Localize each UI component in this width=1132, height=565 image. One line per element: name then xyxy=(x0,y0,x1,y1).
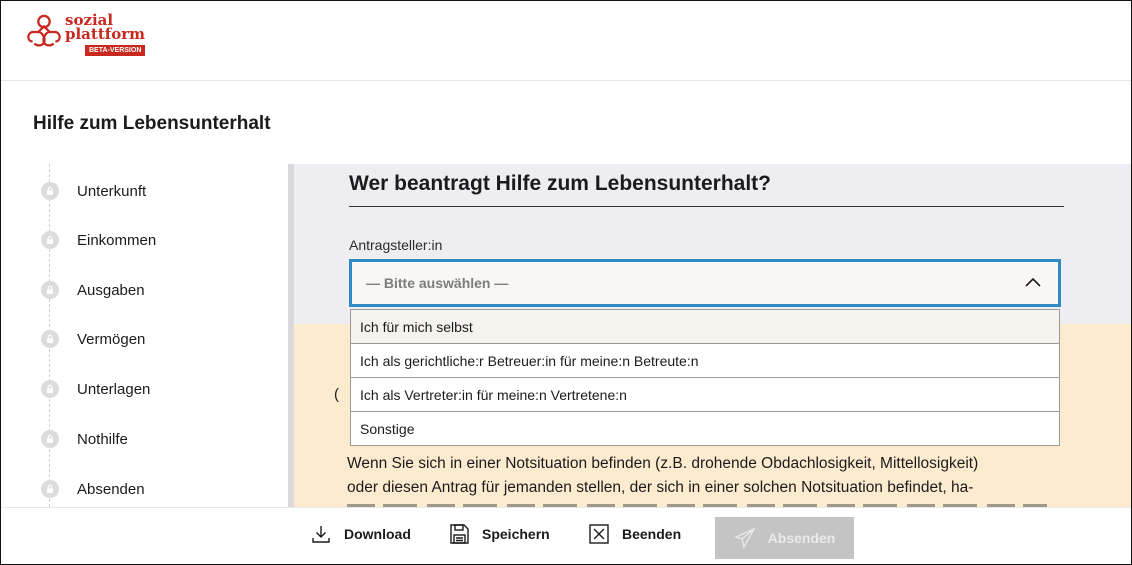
sidebar-item-vermoegen[interactable]: Vermögen xyxy=(41,327,145,351)
select-value: — Bitte auswählen — xyxy=(366,275,509,291)
chevron-up-icon xyxy=(1025,277,1041,287)
sidebar-item-nothilfe[interactable]: Nothilfe xyxy=(41,427,128,451)
save-icon xyxy=(450,524,469,544)
sidebar-item-label: Unterlagen xyxy=(77,380,151,398)
save-label: Speichern xyxy=(482,526,550,542)
bottom-toolbar: Download Speichern Beenden Absenden xyxy=(1,507,1131,564)
notice-line-1: Wenn Sie sich in einer Notsituation befi… xyxy=(347,455,979,472)
notice-text: Wenn Sie sich in einer Notsituation befi… xyxy=(347,452,1047,500)
beta-badge: BETA-VERSION xyxy=(85,45,146,56)
close-icon xyxy=(589,524,609,544)
lock-icon xyxy=(41,380,59,398)
save-button[interactable]: Speichern xyxy=(448,523,550,545)
sidebar-item-unterkunft[interactable]: Unterkunft xyxy=(41,179,146,203)
top-bar: sozial plattform BETA-VERSION xyxy=(1,1,1131,81)
logo[interactable]: sozial plattform BETA-VERSION xyxy=(25,13,146,56)
option-legal-guardian[interactable]: Ich als gerichtliche:r Betreuer:in für m… xyxy=(351,344,1059,378)
quit-label: Beenden xyxy=(622,526,682,542)
sidebar-item-label: Absenden xyxy=(77,480,145,498)
notice-line-2: oder diesen Antrag für jemanden stellen,… xyxy=(347,479,974,496)
paper-plane-icon xyxy=(733,527,756,549)
lock-icon xyxy=(41,231,59,249)
app-window: sozial plattform BETA-VERSION Hilfe zum … xyxy=(0,0,1132,565)
lock-icon xyxy=(41,330,59,348)
applicant-options-list[interactable]: Ich für mich selbst Ich als gerichtliche… xyxy=(350,309,1060,446)
quit-button[interactable]: Beenden xyxy=(588,523,681,545)
sidebar-item-absenden[interactable]: Absenden xyxy=(41,477,145,501)
download-icon xyxy=(312,526,330,543)
send-label: Absenden xyxy=(767,530,836,546)
sidebar-item-label: Vermögen xyxy=(77,330,146,348)
option-other[interactable]: Sonstige xyxy=(351,412,1059,445)
heading-divider xyxy=(349,206,1064,207)
notice-fragment: ( xyxy=(334,386,339,403)
sidebar-item-label: Einkommen xyxy=(77,231,157,249)
sidebar-item-label: Nothilfe xyxy=(77,430,128,448)
applicant-field-label: Antragsteller:in xyxy=(349,237,443,253)
sidebar-item-einkommen[interactable]: Einkommen xyxy=(41,228,156,252)
lock-icon xyxy=(41,430,59,448)
lock-icon xyxy=(41,182,59,200)
question-heading: Wer beantragt Hilfe zum Lebensunterhalt? xyxy=(349,172,771,195)
option-self[interactable]: Ich für mich selbst xyxy=(351,310,1059,344)
download-label: Download xyxy=(344,526,411,542)
download-button[interactable]: Download xyxy=(310,523,411,545)
sozialplattform-logo-icon xyxy=(27,14,61,47)
sidebar-item-label: Unterkunft xyxy=(77,182,147,200)
step-sidebar: Unterkunft Einkommen Ausgaben Vermögen U… xyxy=(1,164,288,507)
applicant-select[interactable]: — Bitte auswählen — xyxy=(349,259,1061,307)
logo-word-2: plattform xyxy=(65,25,145,43)
sidebar-item-label: Ausgaben xyxy=(77,281,145,299)
sidebar-item-ausgaben[interactable]: Ausgaben xyxy=(41,278,145,302)
lock-icon xyxy=(41,281,59,299)
page-title: Hilfe zum Lebensunterhalt xyxy=(33,113,271,134)
sidebar-item-unterlagen[interactable]: Unterlagen xyxy=(41,377,150,401)
send-button[interactable]: Absenden xyxy=(715,517,854,559)
option-representative[interactable]: Ich als Vertreter:in für meine:n Vertret… xyxy=(351,378,1059,412)
lock-icon xyxy=(41,480,59,498)
